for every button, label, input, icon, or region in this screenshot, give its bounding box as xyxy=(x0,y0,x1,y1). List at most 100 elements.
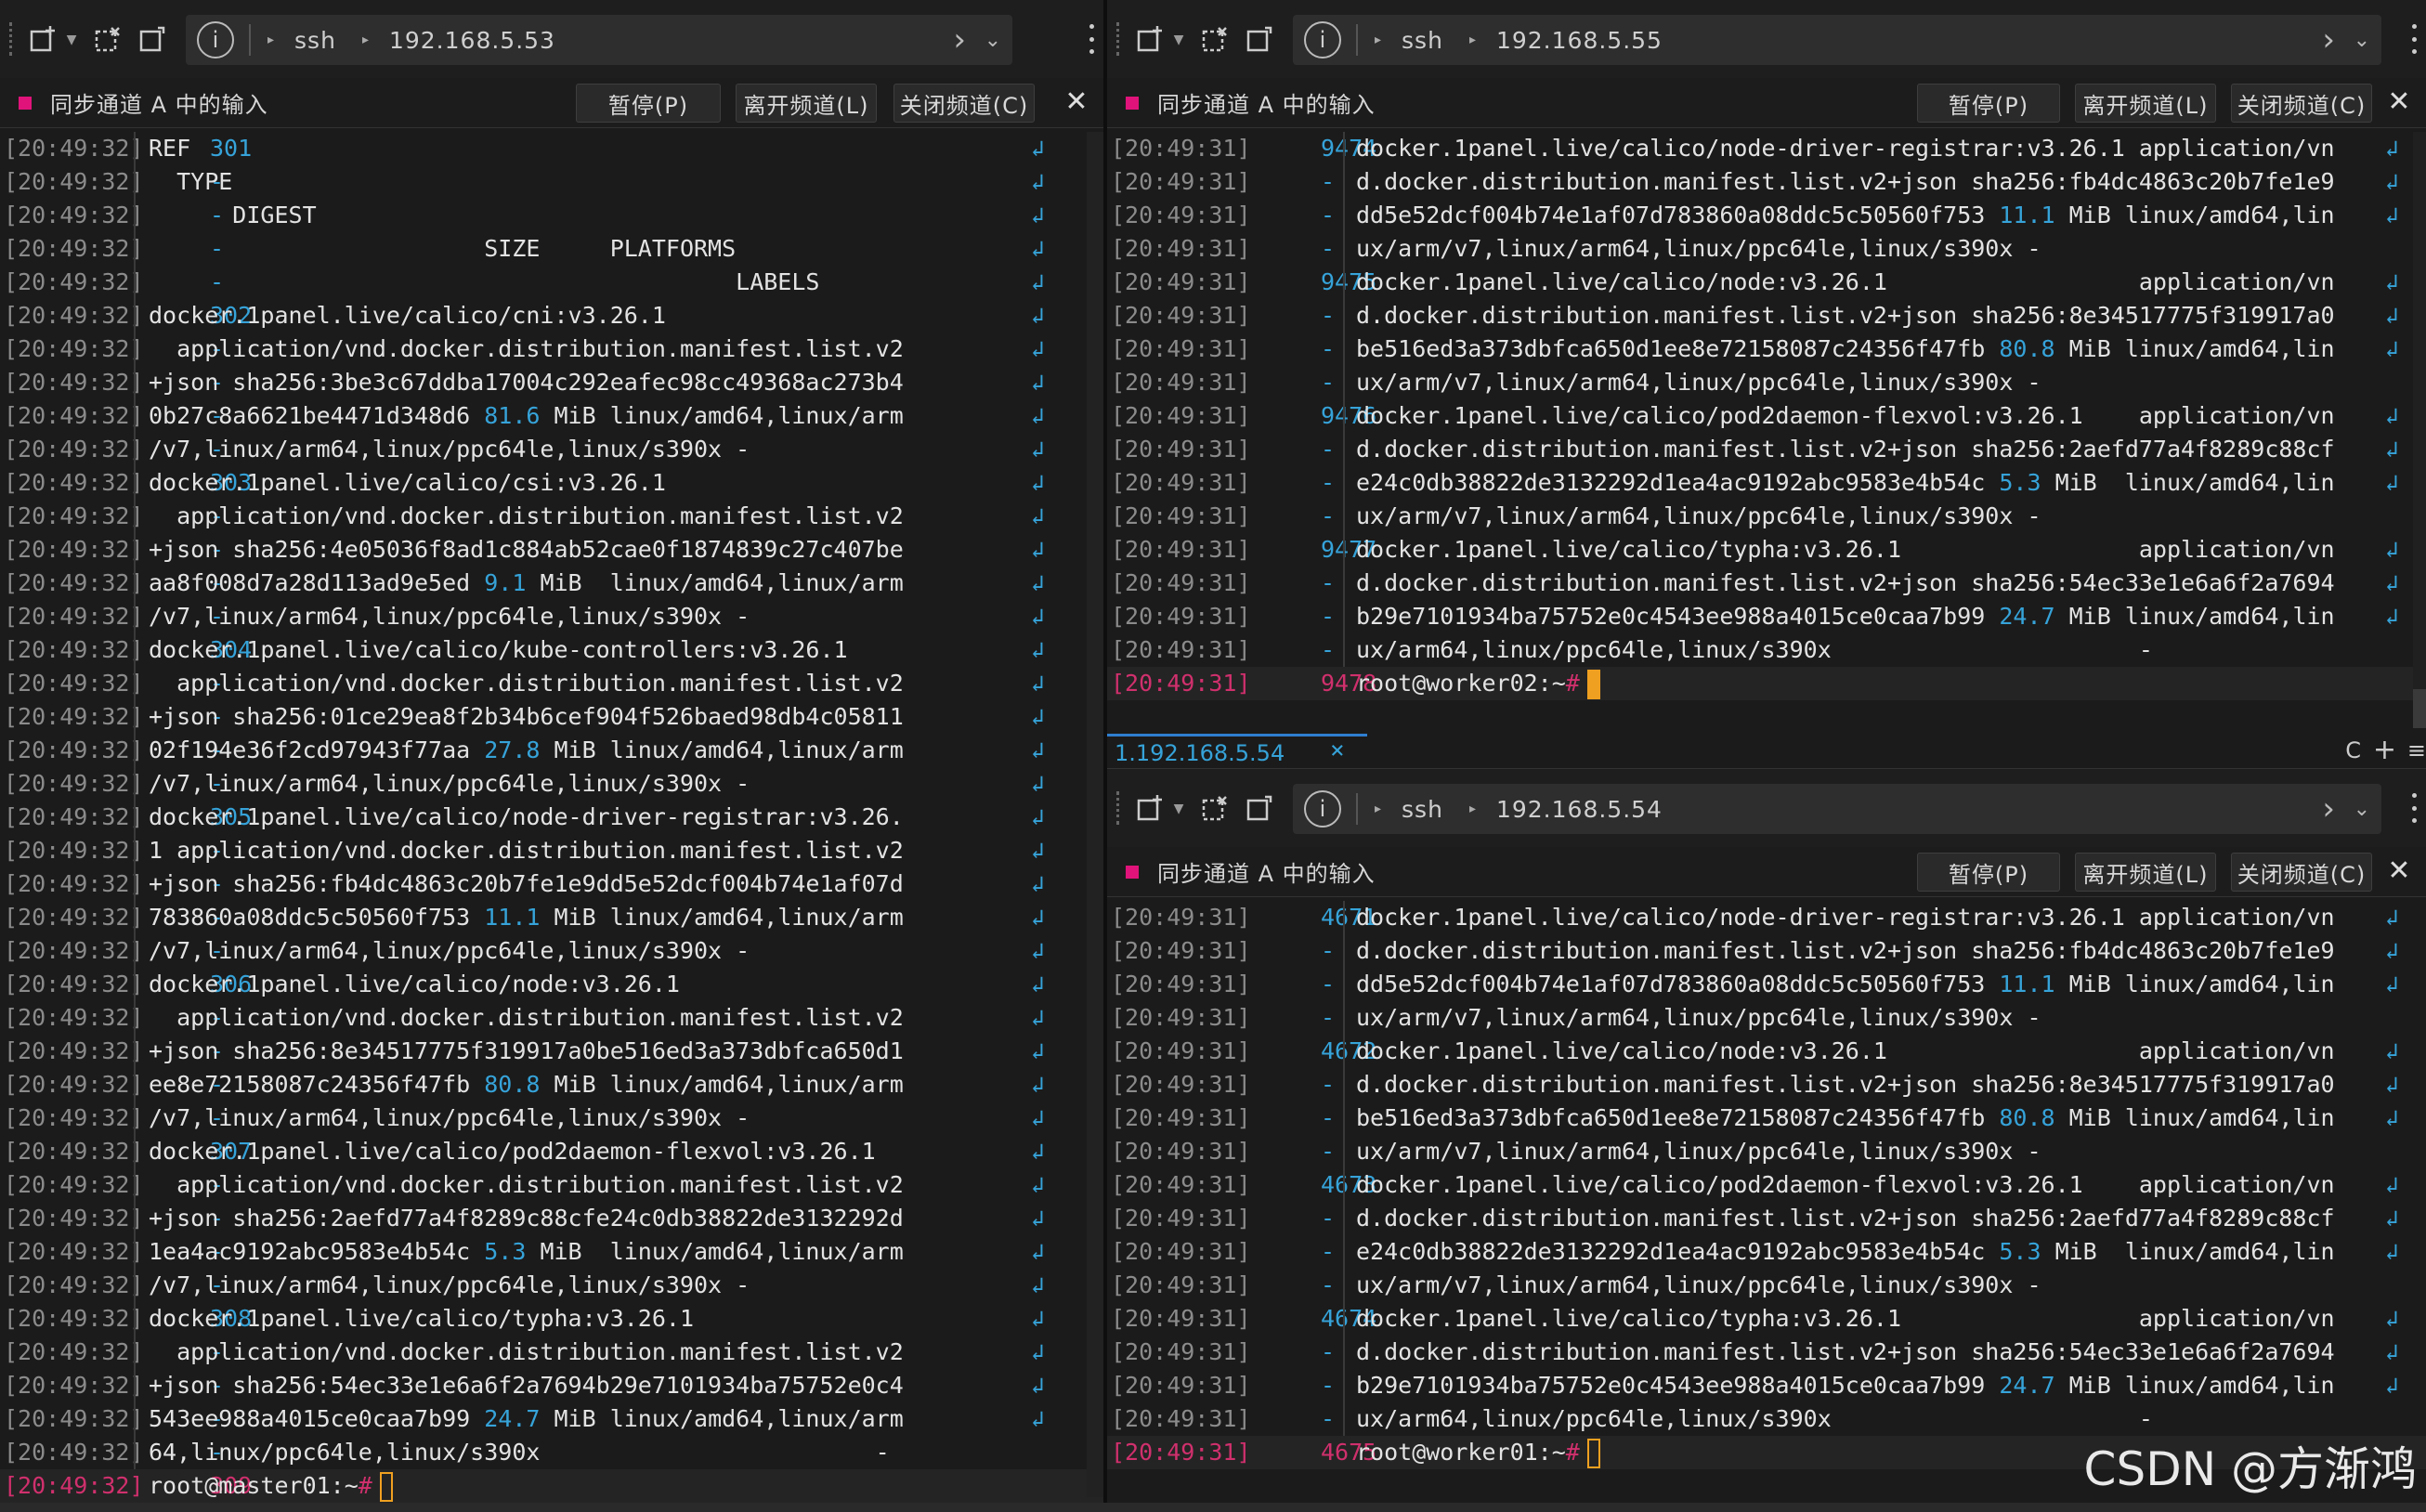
breadcrumb-protocol[interactable]: ssh xyxy=(1402,27,1443,54)
more-menu-icon[interactable] xyxy=(2411,793,2417,823)
line-timestamp: [20:49:32] xyxy=(4,1205,144,1232)
shell-prompt[interactable]: root@master01:~# xyxy=(149,1469,393,1503)
pause-button[interactable]: 暂停(P) xyxy=(1917,84,2060,123)
line-wrap-icon: ↲ xyxy=(2385,1373,2399,1399)
address-bar[interactable]: i ▸ ssh ▸ 192.168.5.55 › ⌄ xyxy=(1293,15,2381,65)
breadcrumb-protocol[interactable]: ssh xyxy=(1402,796,1443,823)
line-timestamp: [20:49:32] xyxy=(4,436,144,463)
new-tab-icon[interactable] xyxy=(1131,789,1168,827)
duplicate-session-icon[interactable] xyxy=(1241,20,1278,58)
more-menu-icon[interactable] xyxy=(2411,24,2417,54)
chevron-right-icon[interactable]: › xyxy=(953,21,966,59)
line-wrap-icon: ↲ xyxy=(1031,437,1045,463)
text-cursor[interactable] xyxy=(379,1472,393,1502)
info-icon[interactable]: i xyxy=(1304,790,1341,828)
chevron-down-icon[interactable]: ▼ xyxy=(1168,789,1189,827)
terminal-line: [20:49:32] - +json sha256:3be3c67ddba17004… xyxy=(0,366,1103,399)
address-bar[interactable]: i ▸ ssh ▸ 192.168.5.53 › ⌄ xyxy=(186,15,1012,65)
line-timestamp: [20:49:31] xyxy=(1111,603,1251,630)
close-session-icon[interactable] xyxy=(1196,789,1233,827)
breadcrumb-host[interactable]: 192.168.5.55 xyxy=(1496,27,1663,54)
line-timestamp: [20:49:32] xyxy=(4,469,144,496)
close-icon[interactable]: ✕ xyxy=(2385,85,2413,118)
duplicate-session-icon[interactable] xyxy=(134,20,171,58)
add-tab-icon[interactable]: + xyxy=(2373,734,2396,767)
tab-close-icon[interactable]: × xyxy=(1330,734,1345,767)
terminal-line: [20:49:31] - b29e7101934ba75752e0c4543ee98… xyxy=(1107,1369,2426,1402)
pause-button[interactable]: 暂停(P) xyxy=(1917,853,2060,892)
line-text-main: b29e7101934ba75752e0c4543ee988a4015ce0ca… xyxy=(1356,603,2000,630)
scrollbar[interactable] xyxy=(1087,132,1103,1497)
new-tab-icon[interactable] xyxy=(24,20,61,58)
line-text-main: /v7,linux/arm64,linux/ppc64le,linux/s390… xyxy=(149,1104,750,1131)
line-text-rest: MiB linux/amd64,lin xyxy=(2054,202,2335,228)
breadcrumb-protocol[interactable]: ssh xyxy=(294,27,336,54)
text-cursor[interactable] xyxy=(1586,1439,1600,1468)
line-text: /v7,linux/arm64,linux/ppc64le,linux/s390… xyxy=(149,934,750,968)
info-icon[interactable]: i xyxy=(197,21,234,59)
line-text-main: e24c0db38822de3132292d1ea4ac9192abc9583e… xyxy=(1356,1238,2000,1265)
tab-c-button[interactable]: C xyxy=(2345,734,2361,767)
address-bar[interactable]: i ▸ ssh ▸ 192.168.5.54 › ⌄ xyxy=(1293,784,2381,834)
breadcrumb-host[interactable]: 192.168.5.53 xyxy=(389,27,555,54)
more-menu-icon[interactable] xyxy=(1089,24,1094,54)
line-text: e24c0db38822de3132292d1ea4ac9192abc9583e… xyxy=(1356,466,2335,500)
text-cursor[interactable] xyxy=(1586,670,1600,699)
toolbar-grip[interactable] xyxy=(1116,22,1122,56)
leave-channel-button[interactable]: 离开频道(L) xyxy=(2075,853,2216,892)
prompt-line[interactable]: [20:49:32] 309 root@master01:~# xyxy=(0,1469,1103,1503)
terminal-output[interactable]: [20:49:31] 4671 docker.1panel.live/calico/… xyxy=(1107,901,2426,1469)
toolbar-grip[interactable] xyxy=(9,22,15,56)
duplicate-session-icon[interactable] xyxy=(1241,789,1278,827)
close-channel-button[interactable]: 关闭频道(C) xyxy=(2231,84,2372,123)
terminal-output[interactable]: [20:49:31] 9474 docker.1panel.live/calico/… xyxy=(1107,132,2426,700)
scrollbar-thumb[interactable] xyxy=(2413,689,2426,728)
terminal-output[interactable]: [20:49:32] 301 REF ↲ [20:49:32] - TYPE ↲ [20:49… xyxy=(0,132,1103,1503)
line-wrap-icon: ↲ xyxy=(1031,1005,1045,1031)
close-icon[interactable]: ✕ xyxy=(2385,854,2413,887)
chevron-down-icon[interactable]: ▼ xyxy=(1168,20,1189,58)
line-text-main: docker.1panel.live/calico/node:v3.26.1 a… xyxy=(1356,1037,2335,1064)
line-text-main: /v7,linux/arm64,linux/ppc64le,linux/s390… xyxy=(149,937,750,964)
shell-prompt[interactable]: root@worker01:~# xyxy=(1356,1436,1600,1469)
chevron-right-icon[interactable]: › xyxy=(2322,21,2335,59)
image-size-value: 5.3 xyxy=(1999,469,2041,496)
leave-channel-button[interactable]: 离开频道(L) xyxy=(2075,84,2216,123)
tab-menu-icon[interactable]: ≡ xyxy=(2407,734,2426,767)
info-icon[interactable]: i xyxy=(1304,21,1341,59)
close-channel-button[interactable]: 关闭频道(C) xyxy=(2231,853,2372,892)
terminal-line: [20:49:32] 303 docker.1panel.live/calico/c… xyxy=(0,466,1103,500)
new-tab-icon[interactable] xyxy=(1131,20,1168,58)
line-wrap-icon: ↲ xyxy=(2385,202,2399,228)
close-channel-button[interactable]: 关闭频道(C) xyxy=(893,84,1035,123)
line-wrap-icon: ↲ xyxy=(1031,503,1045,529)
line-text-main: ux/arm/v7,linux/arm64,linux/ppc64le,linu… xyxy=(1356,1271,2041,1298)
tab-192-168-5-54[interactable]: 1.192.168.5.54 xyxy=(1107,734,1367,769)
chevron-down-icon[interactable]: ⌄ xyxy=(2354,29,2370,52)
chevron-down-icon[interactable]: ⌄ xyxy=(985,29,1001,52)
line-wrap-icon: ↲ xyxy=(1031,1306,1045,1332)
line-text-main: docker.1panel.live/calico/node-driver-re… xyxy=(149,803,904,830)
scrollbar[interactable] xyxy=(2413,132,2426,689)
prompt-line[interactable]: [20:49:31] 9478 root@worker02:~# xyxy=(1107,667,2426,700)
close-icon[interactable]: ✕ xyxy=(1063,85,1090,118)
toolbar-grip[interactable] xyxy=(1116,791,1122,825)
pause-button[interactable]: 暂停(P) xyxy=(576,84,721,123)
terminal-line: [20:49:32] 302 docker.1panel.live/calico/c… xyxy=(0,299,1103,332)
chevron-down-icon[interactable]: ⌄ xyxy=(2354,798,2370,821)
line-timestamp: [20:49:31] xyxy=(1111,1037,1251,1064)
prompt-hash: # xyxy=(358,1472,372,1499)
line-text-main: docker.1panel.live/calico/kube-controlle… xyxy=(149,636,848,663)
leave-channel-button[interactable]: 离开频道(L) xyxy=(736,84,877,123)
chevron-down-icon[interactable]: ▼ xyxy=(61,20,82,58)
line-timestamp: [20:49:32] xyxy=(4,1171,144,1198)
close-session-icon[interactable] xyxy=(89,20,126,58)
shell-prompt[interactable]: root@worker02:~# xyxy=(1356,667,1600,700)
terminal-line: [20:49:32] - LABELS ↲ xyxy=(0,266,1103,299)
line-timestamp: [20:49:32] xyxy=(4,268,144,295)
line-wrap-icon: ↲ xyxy=(2385,905,2399,931)
breadcrumb-host[interactable]: 192.168.5.54 xyxy=(1496,796,1663,823)
close-session-icon[interactable] xyxy=(1196,20,1233,58)
chevron-right-icon[interactable]: › xyxy=(2322,790,2335,828)
line-timestamp: [20:49:31] xyxy=(1111,1138,1251,1165)
